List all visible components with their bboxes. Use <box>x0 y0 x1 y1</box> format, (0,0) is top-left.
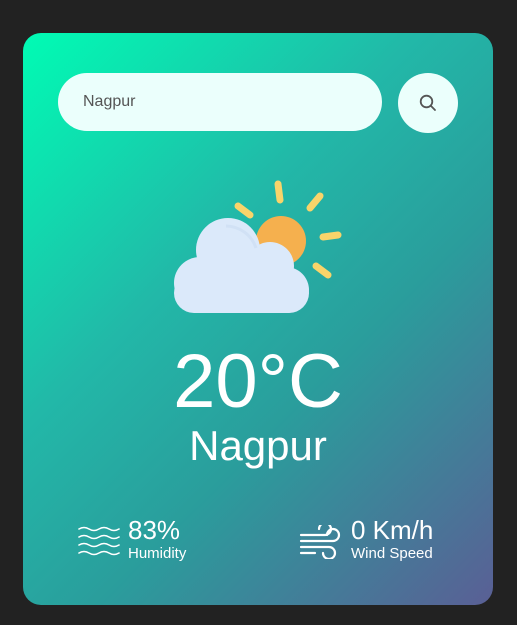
humidity-value: 83% <box>128 515 181 545</box>
weather-card: 20°C Nagpur 83% Humidity <box>23 33 493 605</box>
humidity-label: Humidity <box>128 545 187 562</box>
partly-cloudy-icon <box>174 180 342 313</box>
weather-details: 83% Humidity 0 Km/h Wind Speed <box>23 515 493 575</box>
wind-text: 0 Km/h Wind Speed <box>351 515 433 563</box>
wind-label: Wind Speed <box>351 545 433 562</box>
wind-value: 0 Km/h <box>351 515 434 545</box>
city-name: Nagpur <box>189 422 327 469</box>
search-button[interactable] <box>398 73 458 133</box>
humidity-waves-icon <box>78 526 120 556</box>
humidity-text: 83% Humidity <box>128 515 186 563</box>
search-icon <box>419 94 436 111</box>
wind-block: 0 Km/h Wind Speed <box>299 515 433 563</box>
humidity-block: 83% Humidity <box>78 515 186 563</box>
temperature-value: 20°C <box>173 339 343 424</box>
search-input[interactable] <box>58 73 382 131</box>
search-bar <box>58 73 458 133</box>
wind-icon <box>299 525 341 559</box>
